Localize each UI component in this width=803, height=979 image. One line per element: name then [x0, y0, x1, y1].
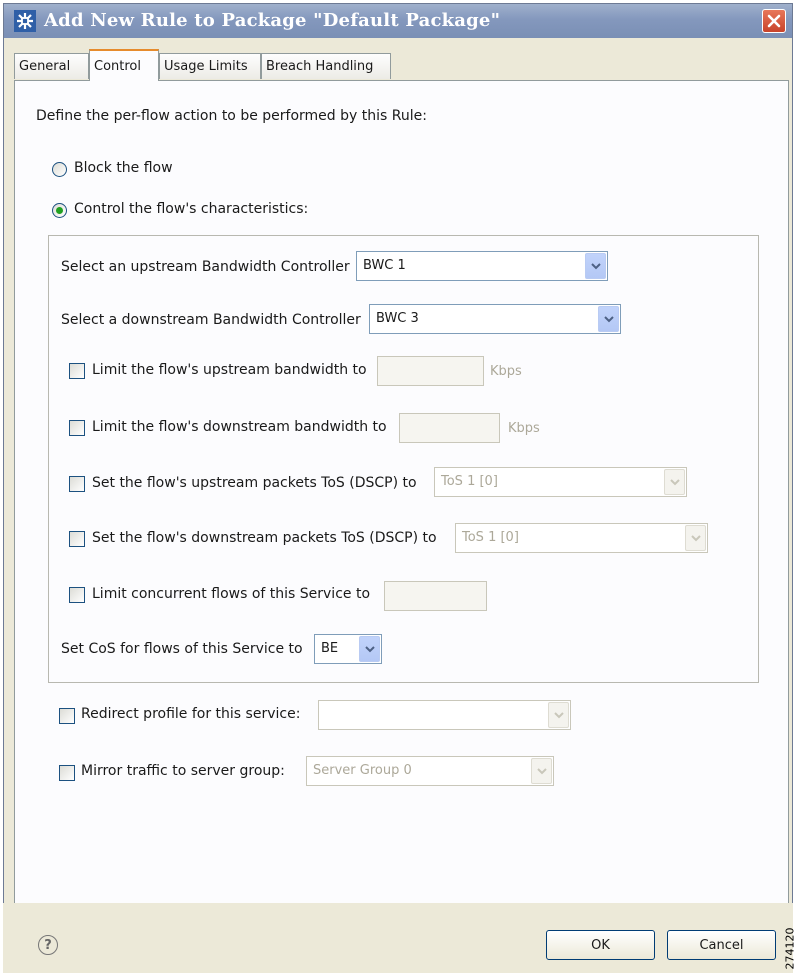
concurrent-flows-label: Limit concurrent flows of this Service t…: [92, 586, 371, 602]
block-flow-label: Block the flow: [74, 160, 173, 176]
tos-upstream-checkbox[interactable]: [69, 476, 85, 492]
tab-control[interactable]: Control: [89, 49, 159, 81]
help-glyph: ?: [44, 937, 52, 953]
chevron-down-icon: [359, 636, 380, 662]
limit-upstream-unit: Kbps: [490, 364, 522, 379]
cancel-button[interactable]: Cancel: [667, 930, 776, 960]
close-button[interactable]: [762, 9, 786, 33]
help-icon[interactable]: ?: [38, 935, 58, 955]
chevron-down-icon: [531, 758, 552, 784]
control-characteristics-group: [48, 235, 759, 683]
tos-upstream-label: Set the flow's upstream packets ToS (DSC…: [92, 475, 417, 491]
control-flow-radio[interactable]: [52, 203, 67, 218]
block-flow-radio[interactable]: [52, 162, 67, 177]
concurrent-flows-checkbox[interactable]: [69, 587, 85, 603]
upstream-bwc-label: Select an upstream Bandwidth Controller: [61, 259, 350, 275]
mirror-server-group-value: Server Group 0: [313, 763, 412, 778]
tab-breach-handling[interactable]: Breach Handling: [261, 53, 391, 79]
tab-general-label: General: [19, 59, 71, 74]
title-bar[interactable]: Add New Rule to Package "Default Package…: [4, 4, 792, 38]
figure-id: 274120: [784, 922, 801, 978]
tos-downstream-checkbox[interactable]: [69, 531, 85, 547]
app-logo-icon: [14, 10, 36, 32]
window-title: Add New Rule to Package "Default Package…: [44, 10, 501, 31]
upstream-bwc-value: BWC 1: [363, 258, 406, 273]
tab-breach-handling-label: Breach Handling: [266, 59, 374, 74]
limit-downstream-label: Limit the flow's downstream bandwidth to: [92, 419, 387, 435]
downstream-bwc-select[interactable]: BWC 3: [369, 304, 621, 334]
control-flow-label: Control the flow's characteristics:: [74, 201, 309, 217]
limit-downstream-input[interactable]: [399, 413, 500, 443]
redirect-profile-checkbox[interactable]: [59, 708, 75, 724]
tab-general[interactable]: General: [14, 53, 89, 79]
downstream-bwc-label: Select a downstream Bandwidth Controller: [61, 312, 361, 328]
tos-downstream-label: Set the flow's downstream packets ToS (D…: [92, 530, 437, 546]
chevron-down-icon: [598, 306, 619, 332]
figure-id-text: 274120: [783, 927, 797, 970]
mirror-server-group-select[interactable]: Server Group 0: [306, 756, 554, 786]
tos-upstream-select[interactable]: ToS 1 [0]: [434, 467, 687, 497]
redirect-profile-label: Redirect profile for this service:: [81, 706, 301, 722]
tos-upstream-value: ToS 1 [0]: [441, 474, 498, 489]
mirror-traffic-label: Mirror traffic to server group:: [81, 763, 285, 779]
ok-label: OK: [591, 937, 610, 953]
limit-upstream-label: Limit the flow's upstream bandwidth to: [92, 362, 367, 378]
chevron-down-icon: [664, 469, 685, 495]
limit-downstream-unit: Kbps: [508, 421, 540, 436]
cos-value: BE: [321, 641, 339, 656]
panel-heading: Define the per-flow action to be perform…: [36, 108, 427, 124]
tos-downstream-value: ToS 1 [0]: [462, 530, 519, 545]
mirror-traffic-checkbox[interactable]: [59, 765, 75, 781]
ok-button[interactable]: OK: [546, 930, 655, 960]
tab-usage-limits[interactable]: Usage Limits: [159, 53, 261, 79]
upstream-bwc-select[interactable]: BWC 1: [356, 251, 608, 281]
close-icon: [767, 14, 781, 28]
chevron-down-icon: [548, 702, 569, 728]
redirect-profile-select[interactable]: [318, 700, 571, 730]
chevron-down-icon: [685, 525, 706, 551]
cos-select[interactable]: BE: [314, 634, 382, 664]
cos-label: Set CoS for flows of this Service to: [61, 641, 303, 657]
concurrent-flows-input[interactable]: [384, 581, 487, 611]
tab-control-label: Control: [94, 59, 141, 74]
limit-upstream-input[interactable]: [377, 356, 484, 386]
tab-usage-limits-label: Usage Limits: [164, 59, 248, 74]
downstream-bwc-value: BWC 3: [376, 311, 419, 326]
cancel-label: Cancel: [699, 937, 744, 953]
tos-downstream-select[interactable]: ToS 1 [0]: [455, 523, 708, 553]
chevron-down-icon: [585, 253, 606, 279]
limit-downstream-checkbox[interactable]: [69, 420, 85, 436]
limit-upstream-checkbox[interactable]: [69, 363, 85, 379]
